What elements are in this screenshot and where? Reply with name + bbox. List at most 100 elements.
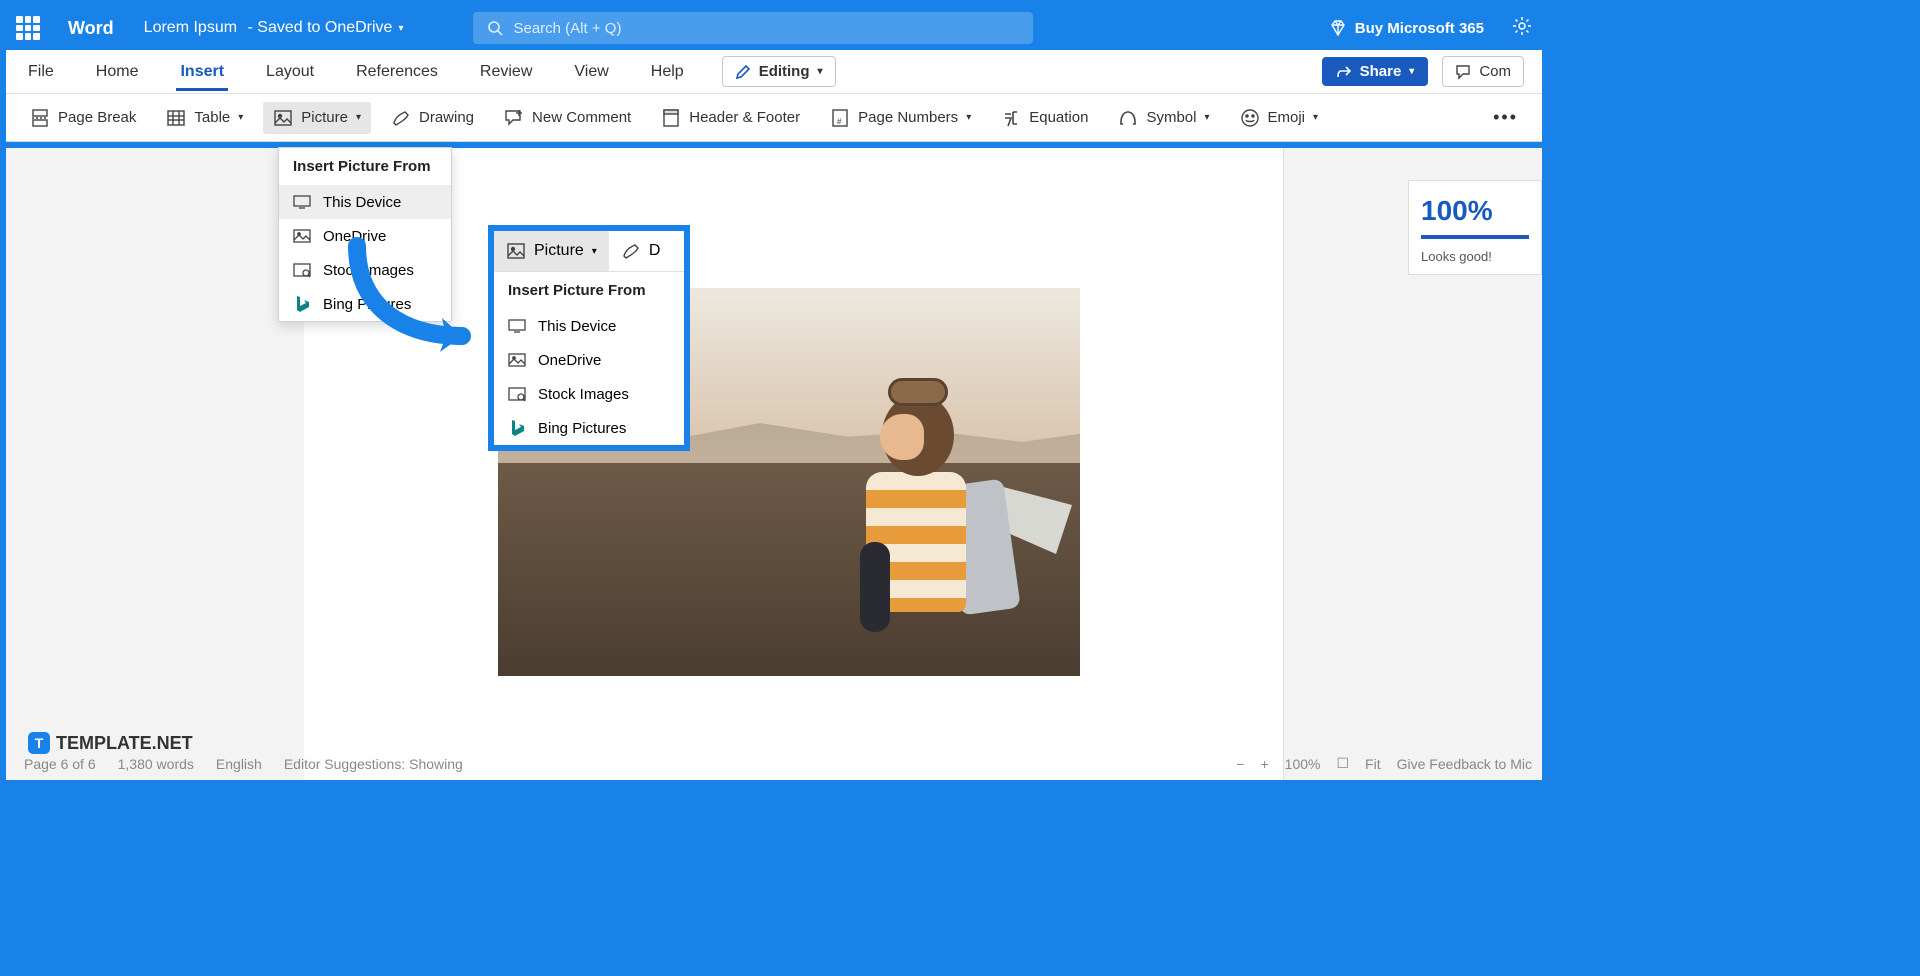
share-label: Share (1360, 63, 1402, 80)
titlebar: Word Lorem Ipsum - Saved to OneDrive▾ Se… (6, 6, 1542, 50)
symbol-button[interactable]: Symbol ▾ (1108, 102, 1219, 134)
zoom-out-button[interactable]: − (1236, 756, 1244, 772)
tab-view[interactable]: View (570, 53, 612, 91)
new-comment-label: New Comment (532, 109, 631, 126)
status-zoom[interactable]: 100% (1285, 756, 1321, 772)
equation-icon (1001, 108, 1021, 128)
save-status[interactable]: Saved to OneDrive ▾ (257, 19, 403, 37)
buy-microsoft-365-button[interactable]: Buy Microsoft 365 (1329, 19, 1484, 37)
picture-option-bing-pictures[interactable]: Bing Pictures (494, 411, 684, 445)
picture-icon (506, 241, 526, 261)
callout-picture-button[interactable]: Picture▾ (494, 231, 609, 271)
option-label: Stock Images (323, 262, 414, 279)
header-footer-label: Header & Footer (689, 109, 800, 126)
equation-button[interactable]: Equation (991, 102, 1098, 134)
svg-text:#: # (837, 117, 842, 126)
page-break-icon (30, 108, 50, 128)
app-launcher-icon[interactable] (16, 16, 40, 40)
symbol-label: Symbol (1146, 109, 1196, 126)
share-icon (1336, 64, 1352, 80)
chevron-down-icon: ▾ (966, 112, 971, 123)
picture-option-this-device[interactable]: This Device (494, 309, 684, 343)
more-options-button[interactable]: ••• (1483, 107, 1528, 128)
table-button[interactable]: Table ▾ (156, 102, 253, 134)
stock-images-icon (293, 261, 311, 279)
page-numbers-label: Page Numbers (858, 109, 958, 126)
editor-panel[interactable]: 100% Looks good! (1408, 180, 1542, 275)
emoji-label: Emoji (1268, 109, 1306, 126)
device-icon (293, 193, 311, 211)
tab-references[interactable]: References (352, 53, 442, 91)
chevron-down-icon: ▾ (1204, 112, 1209, 123)
picture-dropdown: Insert Picture From This Device OneDrive… (278, 147, 452, 322)
emoji-button[interactable]: Emoji ▾ (1230, 102, 1329, 134)
dropdown-header: Insert Picture From (279, 148, 451, 185)
search-icon (487, 20, 503, 36)
device-icon (508, 317, 526, 335)
page-numbers-icon: # (830, 108, 850, 128)
drawing-icon (391, 108, 411, 128)
picture-option-onedrive[interactable]: OneDrive (494, 343, 684, 377)
option-label: OneDrive (538, 352, 601, 369)
table-label: Table (194, 109, 230, 126)
option-label: This Device (323, 194, 401, 211)
status-feedback[interactable]: Give Feedback to Mic (1397, 756, 1532, 772)
fit-checkbox[interactable]: ☐ (1336, 755, 1349, 772)
callout-drawing-button[interactable]: D (609, 231, 673, 271)
diamond-icon (1329, 19, 1347, 37)
ribbon: Page Break Table ▾ Picture▾ Drawing New C… (6, 94, 1542, 142)
callout-picture-dropdown: Insert Picture From This Device OneDrive… (494, 272, 684, 445)
symbol-icon (1118, 108, 1138, 128)
picture-label: Picture (534, 242, 584, 260)
editor-progress-bar (1421, 235, 1529, 239)
status-suggestions[interactable]: Editor Suggestions: Showing (284, 756, 463, 772)
status-word-count[interactable]: 1,380 words (118, 756, 194, 772)
picture-option-onedrive[interactable]: OneDrive (279, 219, 451, 253)
picture-option-stock-images[interactable]: Stock Images (494, 377, 684, 411)
tab-layout[interactable]: Layout (262, 53, 318, 91)
chevron-down-icon: ▾ (1313, 112, 1318, 123)
status-language[interactable]: English (216, 756, 262, 772)
tab-bar: File Home Insert Layout References Revie… (6, 50, 1542, 94)
editing-mode-button[interactable]: Editing ▾ (722, 56, 836, 87)
option-label: Bing Pictures (538, 420, 626, 437)
bing-icon (293, 295, 311, 313)
option-label: Bing Pictures (323, 296, 411, 313)
emoji-icon (1240, 108, 1260, 128)
tab-help[interactable]: Help (647, 53, 688, 91)
page-numbers-button[interactable]: # Page Numbers ▾ (820, 102, 981, 134)
option-label: OneDrive (323, 228, 386, 245)
template-logo-icon: T (28, 732, 50, 754)
zoom-in-button[interactable]: + (1260, 756, 1268, 772)
drawing-label: Drawing (419, 109, 474, 126)
picture-option-bing-pictures[interactable]: Bing Pictures (279, 287, 451, 321)
chevron-down-icon: ▾ (398, 23, 403, 34)
pencil-icon (735, 64, 751, 80)
picture-option-this-device[interactable]: This Device (279, 185, 451, 219)
new-comment-button[interactable]: New Comment (494, 102, 641, 134)
document-title[interactable]: Lorem Ipsum (144, 19, 237, 37)
table-icon (166, 108, 186, 128)
picture-button[interactable]: Picture▾ (263, 102, 371, 134)
chevron-down-icon: ▾ (238, 112, 243, 123)
header-footer-button[interactable]: Header & Footer (651, 102, 810, 134)
page-break-button[interactable]: Page Break (20, 102, 146, 134)
buy-label: Buy Microsoft 365 (1355, 20, 1484, 37)
picture-icon (273, 108, 293, 128)
save-status-label: Saved to OneDrive (257, 19, 392, 37)
status-page[interactable]: Page 6 of 6 (24, 756, 96, 772)
comments-button[interactable]: Com (1442, 56, 1524, 87)
option-label: This Device (538, 318, 616, 335)
tab-insert[interactable]: Insert (176, 53, 228, 91)
share-button[interactable]: Share▾ (1322, 57, 1429, 86)
tab-home[interactable]: Home (92, 53, 143, 91)
drawing-button[interactable]: Drawing (381, 102, 484, 134)
search-input[interactable]: Search (Alt + Q) (473, 12, 1033, 44)
status-fit[interactable]: Fit (1365, 756, 1381, 772)
tab-review[interactable]: Review (476, 53, 536, 91)
header-footer-icon (661, 108, 681, 128)
picture-option-stock-images[interactable]: Stock Images (279, 253, 451, 287)
comment-icon (1455, 64, 1471, 80)
settings-icon[interactable] (1512, 16, 1532, 41)
tab-file[interactable]: File (24, 53, 58, 91)
